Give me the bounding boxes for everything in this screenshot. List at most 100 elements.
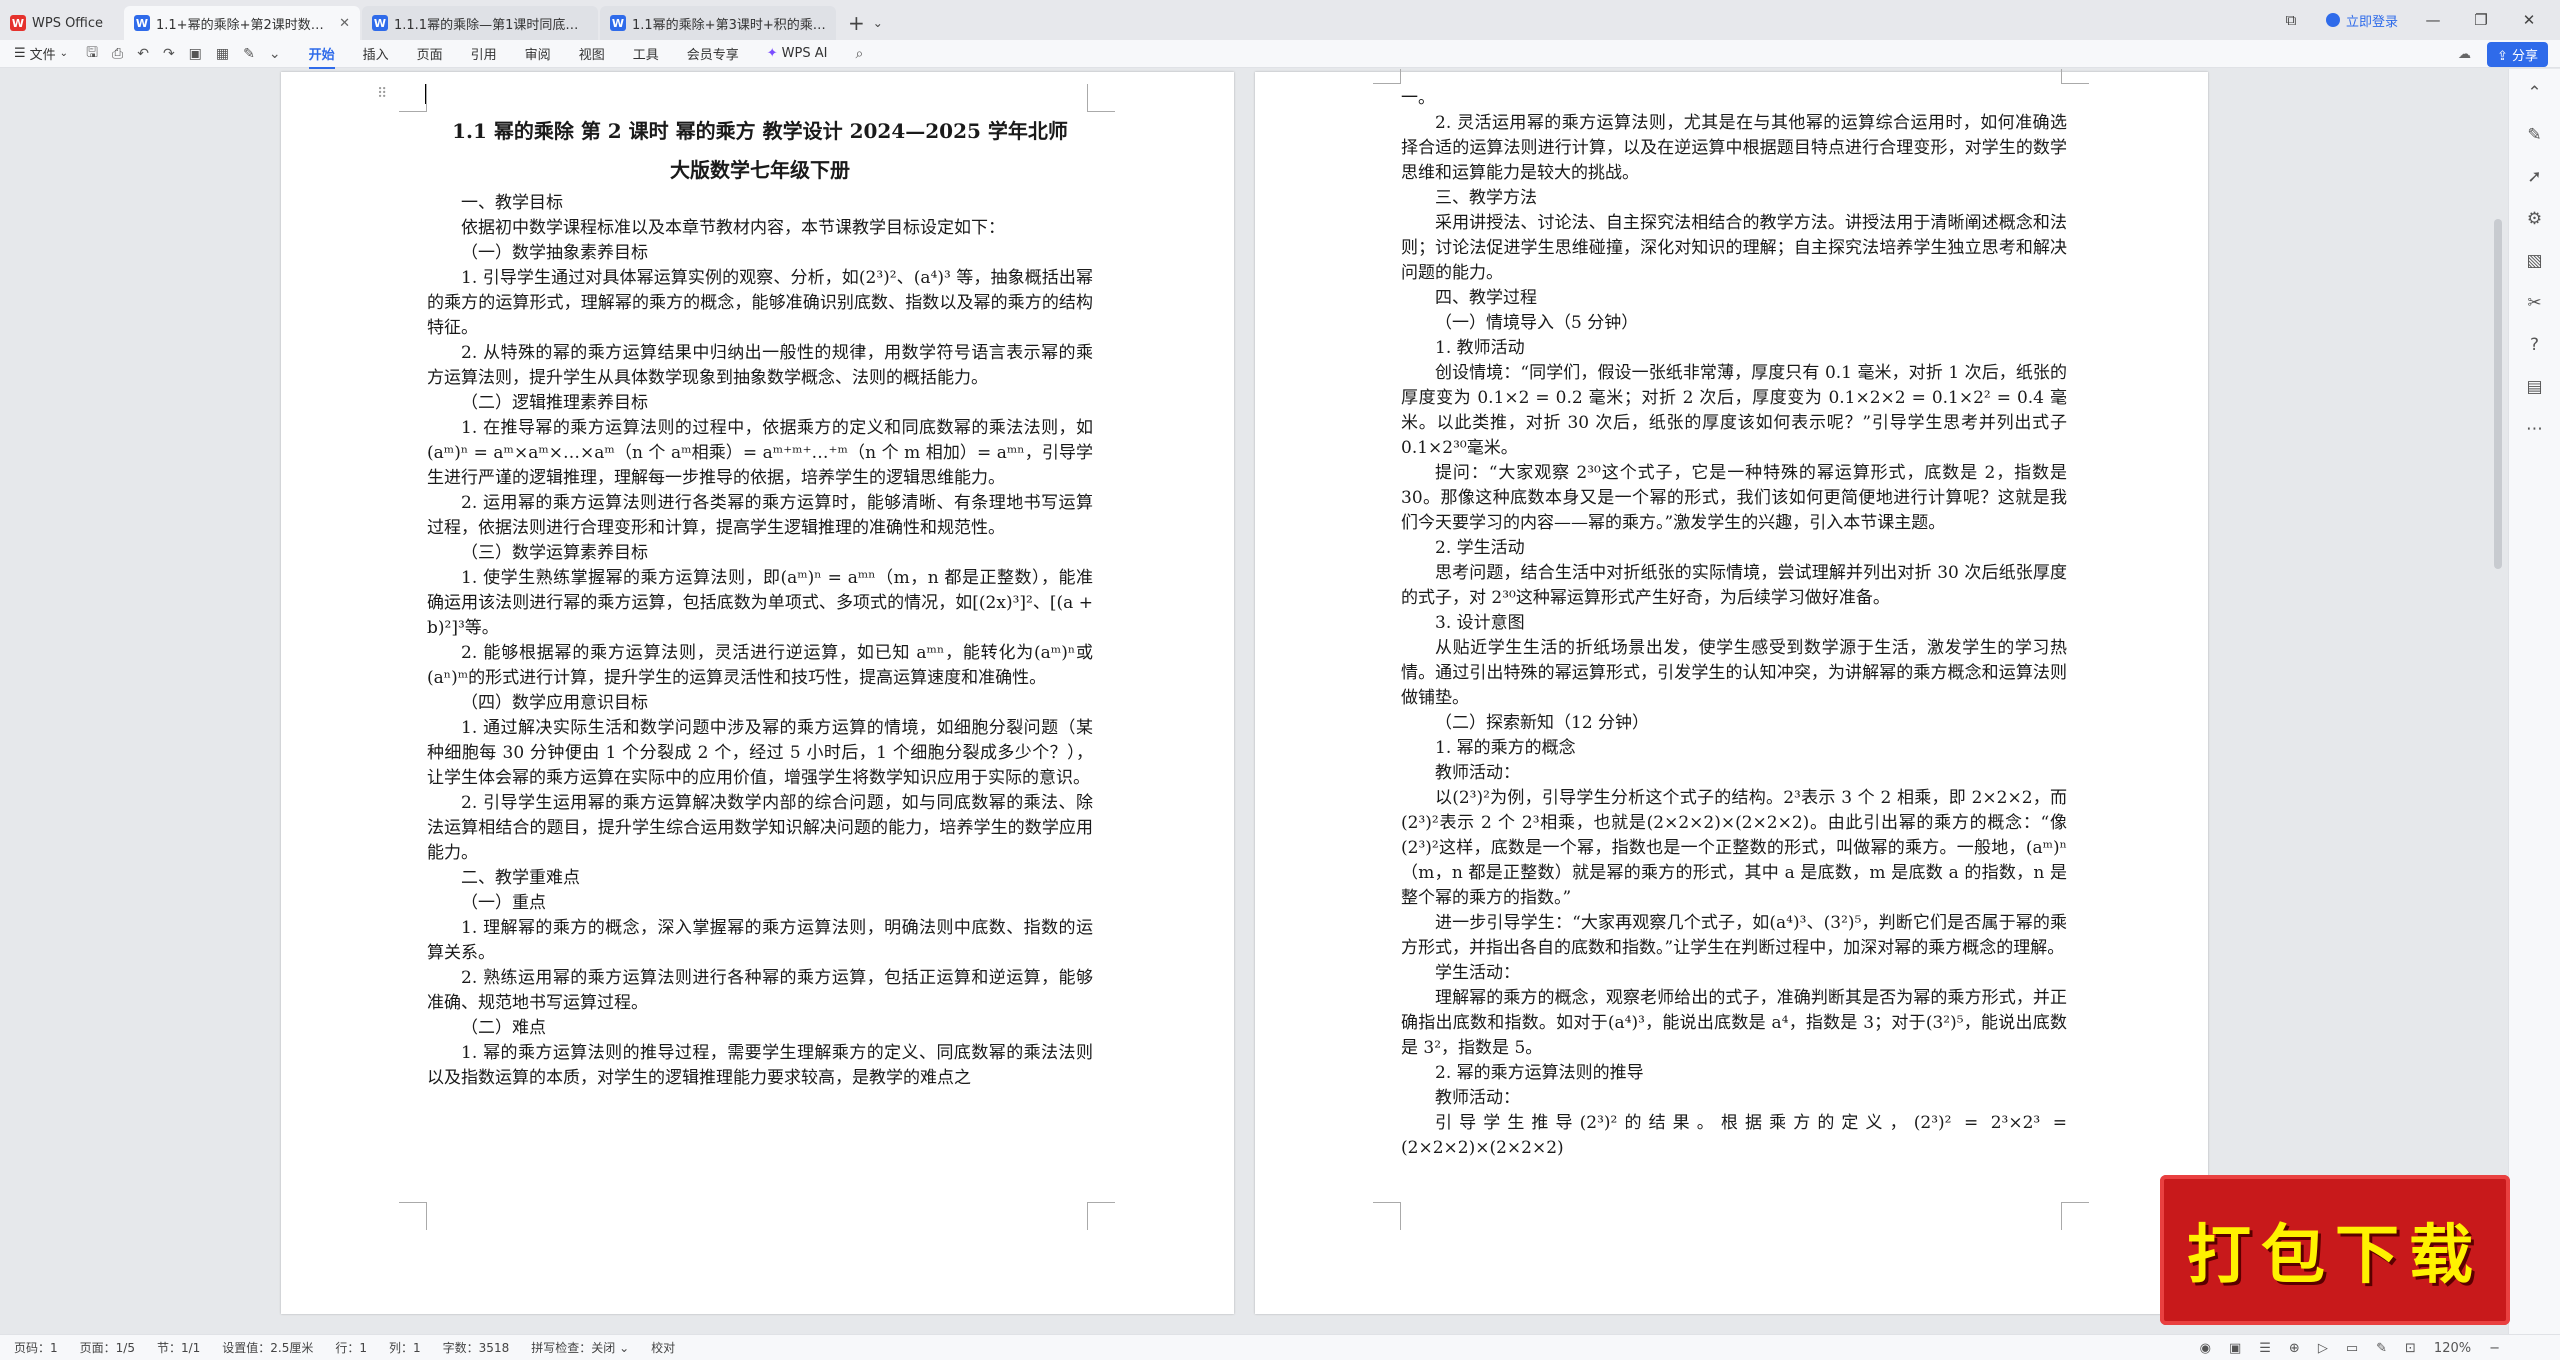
web-view-icon[interactable]: ⊕ — [2289, 1341, 2300, 1356]
body-paragraph: 2. 灵活运用幂的乘方运算法则，尤其是在与其他幂的运算综合运用时，如何准确选择合… — [1401, 113, 2067, 183]
word-doc-icon: W — [372, 15, 388, 31]
share-button[interactable]: ⇪ 分享 — [2486, 41, 2548, 67]
section-heading: 1. 教师活动 — [1435, 338, 1525, 358]
chevron-down-icon: ⌄ — [619, 1341, 630, 1355]
close-icon[interactable]: ✕ — [339, 16, 350, 31]
tab-wps-ai[interactable]: ✦ WPS AI — [767, 42, 828, 65]
play-icon[interactable]: ▷ — [2318, 1341, 2328, 1356]
tab-references[interactable]: 引用 — [471, 40, 497, 67]
section-heading: 2. 学生活动 — [1435, 538, 1525, 558]
status-section[interactable]: 节：1/1 — [157, 1339, 200, 1356]
login-label: 立即登录 — [2345, 14, 2398, 30]
tab-review[interactable]: 审阅 — [525, 40, 551, 67]
status-page-number[interactable]: 页码：1 — [14, 1339, 58, 1356]
pen-icon[interactable]: ✎ — [2527, 125, 2541, 145]
outline-view-icon[interactable]: ☰ — [2259, 1341, 2271, 1356]
tab-document-2[interactable]: W 1.1.1幂的乘除—第1课时同底数幂乘 — [362, 6, 598, 40]
adjust-icon[interactable]: ⚙ — [2527, 209, 2542, 229]
body-paragraph: 1. 引导学生通过对具体幂运算实例的观察、分析，如(2³)²、(a⁴)³ 等，抽… — [427, 268, 1093, 338]
zoom-level[interactable]: 120% — [2434, 1341, 2471, 1356]
page-view-icon[interactable]: ▣ — [2229, 1341, 2241, 1356]
document-workspace[interactable]: ⠿ 1.1 幂的乘除 第 2 课时 幂的乘方 教学设计 2024—2025 学年… — [0, 69, 2507, 1334]
status-row[interactable]: 行：1 — [335, 1339, 367, 1356]
search-icon[interactable]: ⌕ — [855, 46, 863, 62]
status-spell-check[interactable]: 拼写检查：关闭 ⌄ — [531, 1339, 629, 1356]
save-icon[interactable]: 🖫 — [86, 42, 98, 66]
side-toolbar: ⌃ ✎ ➚ ⚙ ▧ ✂ ? ▤ ⋯ — [2508, 69, 2560, 1334]
margin-corner — [399, 1202, 427, 1230]
tab-tools[interactable]: 工具 — [633, 40, 659, 67]
picture-icon[interactable]: ▧ — [2526, 251, 2542, 271]
pen-icon[interactable]: ✎ — [2376, 1341, 2387, 1356]
page-body: 一。 2. 灵活运用幂的乘方运算法则，尤其是在与其他幂的运算综合运用时，如何准确选… — [1401, 86, 2067, 1161]
zoom-out-icon[interactable]: − — [2489, 1341, 2500, 1356]
maximize-icon[interactable]: ❐ — [2468, 11, 2494, 29]
section-heading: （一）情境导入（5 分钟） — [1435, 313, 1639, 333]
document-title-line-2: 大版数学七年级下册 — [670, 158, 850, 182]
tab-home[interactable]: 开始 — [308, 40, 335, 69]
eye-icon[interactable]: ◉ — [2200, 1341, 2211, 1356]
margin-corner — [1087, 1202, 1115, 1230]
document-page-1[interactable]: ⠿ 1.1 幂的乘除 第 2 课时 幂的乘方 教学设计 2024—2025 学年… — [281, 72, 1234, 1314]
margin-corner — [1087, 84, 1115, 112]
undo-icon[interactable]: ↶ — [137, 46, 149, 62]
body-paragraph: 引导学生推导(2³)²的结果。根据乘方的定义，(2³)² = 2³×2³ = (… — [1401, 1113, 2067, 1158]
redo-icon[interactable]: ↷ — [163, 46, 175, 62]
document-title-line-1: 1.1 幂的乘除 第 2 课时 幂的乘方 教学设计 2024—2025 学年北师 — [452, 119, 1068, 143]
collapse-icon[interactable]: ⌃ — [2527, 83, 2541, 103]
share-icon: ⇪ — [2496, 48, 2508, 64]
print-icon[interactable]: ▣ — [189, 46, 202, 62]
title-bar-right: ⧉ 立即登录 — ❐ ✕ — [2278, 0, 2560, 40]
cloud-sync-icon[interactable]: ☁ — [2458, 47, 2471, 62]
section-heading: 2. 幂的乘方运算法则的推导 — [1435, 1063, 1644, 1083]
status-proofread[interactable]: 校对 — [651, 1339, 675, 1356]
tab-wps-office[interactable]: W WPS Office — [0, 6, 122, 40]
file-menu[interactable]: ☰ 文件 ⌄ — [14, 44, 68, 63]
select-arrow-icon[interactable]: ➚ — [2527, 167, 2541, 187]
body-paragraph: 思考问题，结合生活中对折纸张的实际情境，尝试理解并列出对折 30 次后纸张厚度的… — [1401, 563, 2067, 608]
minimize-icon[interactable]: — — [2420, 11, 2446, 29]
section-heading: （四）数学应用意识目标 — [461, 693, 648, 713]
file-label: 文件 — [29, 48, 56, 63]
tab-document-3[interactable]: W 1.1幂的乘除+第3课时+积的乘方+教 — [600, 6, 836, 40]
section-heading: （一）重点 — [461, 893, 546, 913]
more-icon[interactable]: ⋯ — [2526, 419, 2543, 439]
tab-view[interactable]: 视图 — [579, 40, 605, 67]
body-paragraph: 依据初中数学课程标准以及本章节教材内容，本节课教学目标设定如下： — [461, 218, 1005, 238]
preview-icon[interactable]: ▦ — [216, 46, 229, 62]
download-ad-banner[interactable]: 打包下载 — [2160, 1175, 2510, 1325]
section-heading: （二）难点 — [461, 1018, 546, 1038]
more-chevron-icon[interactable]: ⌄ — [269, 46, 281, 62]
help-icon[interactable]: ? — [2530, 335, 2539, 355]
document-page-2[interactable]: 一。 2. 灵活运用幂的乘方运算法则，尤其是在与其他幂的运算综合运用时，如何准确选… — [1255, 69, 2208, 1314]
ribbon-bar: ☰ 文件 ⌄ 🖫 ⎙ ↶ ↷ ▣ ▦ ✎ ⌄ 开始 插入 页面 引用 审阅 视图… — [0, 40, 2560, 69]
format-painter-icon[interactable]: ✎ — [243, 46, 255, 62]
new-tab-button[interactable]: + ⌄ — [838, 6, 893, 40]
avatar-icon — [2325, 13, 2340, 27]
vertical-scrollbar[interactable] — [2494, 219, 2502, 569]
section-heading: （二）逻辑推理素养目标 — [461, 393, 648, 413]
tab-insert[interactable]: 插入 — [363, 40, 389, 67]
tools-icon[interactable]: ✂ — [2527, 293, 2541, 313]
login-button[interactable]: 立即登录 — [2325, 11, 2398, 30]
status-pages[interactable]: 页面：1/5 — [80, 1339, 135, 1356]
tab-document-1[interactable]: W 1.1+幂的乘除+第2课时数学设 ✕ — [124, 6, 360, 40]
tab-page[interactable]: 页面 — [417, 40, 443, 67]
export-pdf-icon[interactable]: ⎙ — [112, 46, 123, 62]
tab-member[interactable]: 会员专享 — [687, 40, 739, 67]
chevron-down-icon[interactable]: ⌄ — [873, 16, 883, 30]
page-content: 一。 2. 灵活运用幂的乘方运算法则，尤其是在与其他幂的运算综合运用时，如何准确选… — [1401, 86, 2067, 1161]
margin-corner — [1373, 69, 1401, 84]
close-window-icon[interactable]: ✕ — [2516, 11, 2542, 29]
fit-width-icon[interactable]: ⊡ — [2405, 1341, 2416, 1356]
body-paragraph: 进一步引导学生：“大家再观察几个式子，如(a⁴)³、(3²)⁵，判断它们是否属于… — [1401, 913, 2067, 958]
status-word-count[interactable]: 字数：3518 — [443, 1339, 510, 1356]
restore-window-icon[interactable]: ⧉ — [2278, 11, 2304, 29]
clipboard-icon[interactable]: ▤ — [2526, 377, 2542, 397]
drag-handle-icon[interactable]: ⠿ — [377, 86, 387, 102]
status-setting[interactable]: 设置值：2.5厘米 — [222, 1339, 313, 1356]
body-paragraph: 从贴近学生生活的折纸场景出发，使学生感受到数学源于生活，激发学生的学习热情。通过… — [1401, 638, 2067, 708]
status-column[interactable]: 列：1 — [389, 1339, 421, 1356]
read-mode-icon[interactable]: ▭ — [2346, 1341, 2358, 1356]
section-heading: （三）数学运算素养目标 — [461, 543, 648, 563]
